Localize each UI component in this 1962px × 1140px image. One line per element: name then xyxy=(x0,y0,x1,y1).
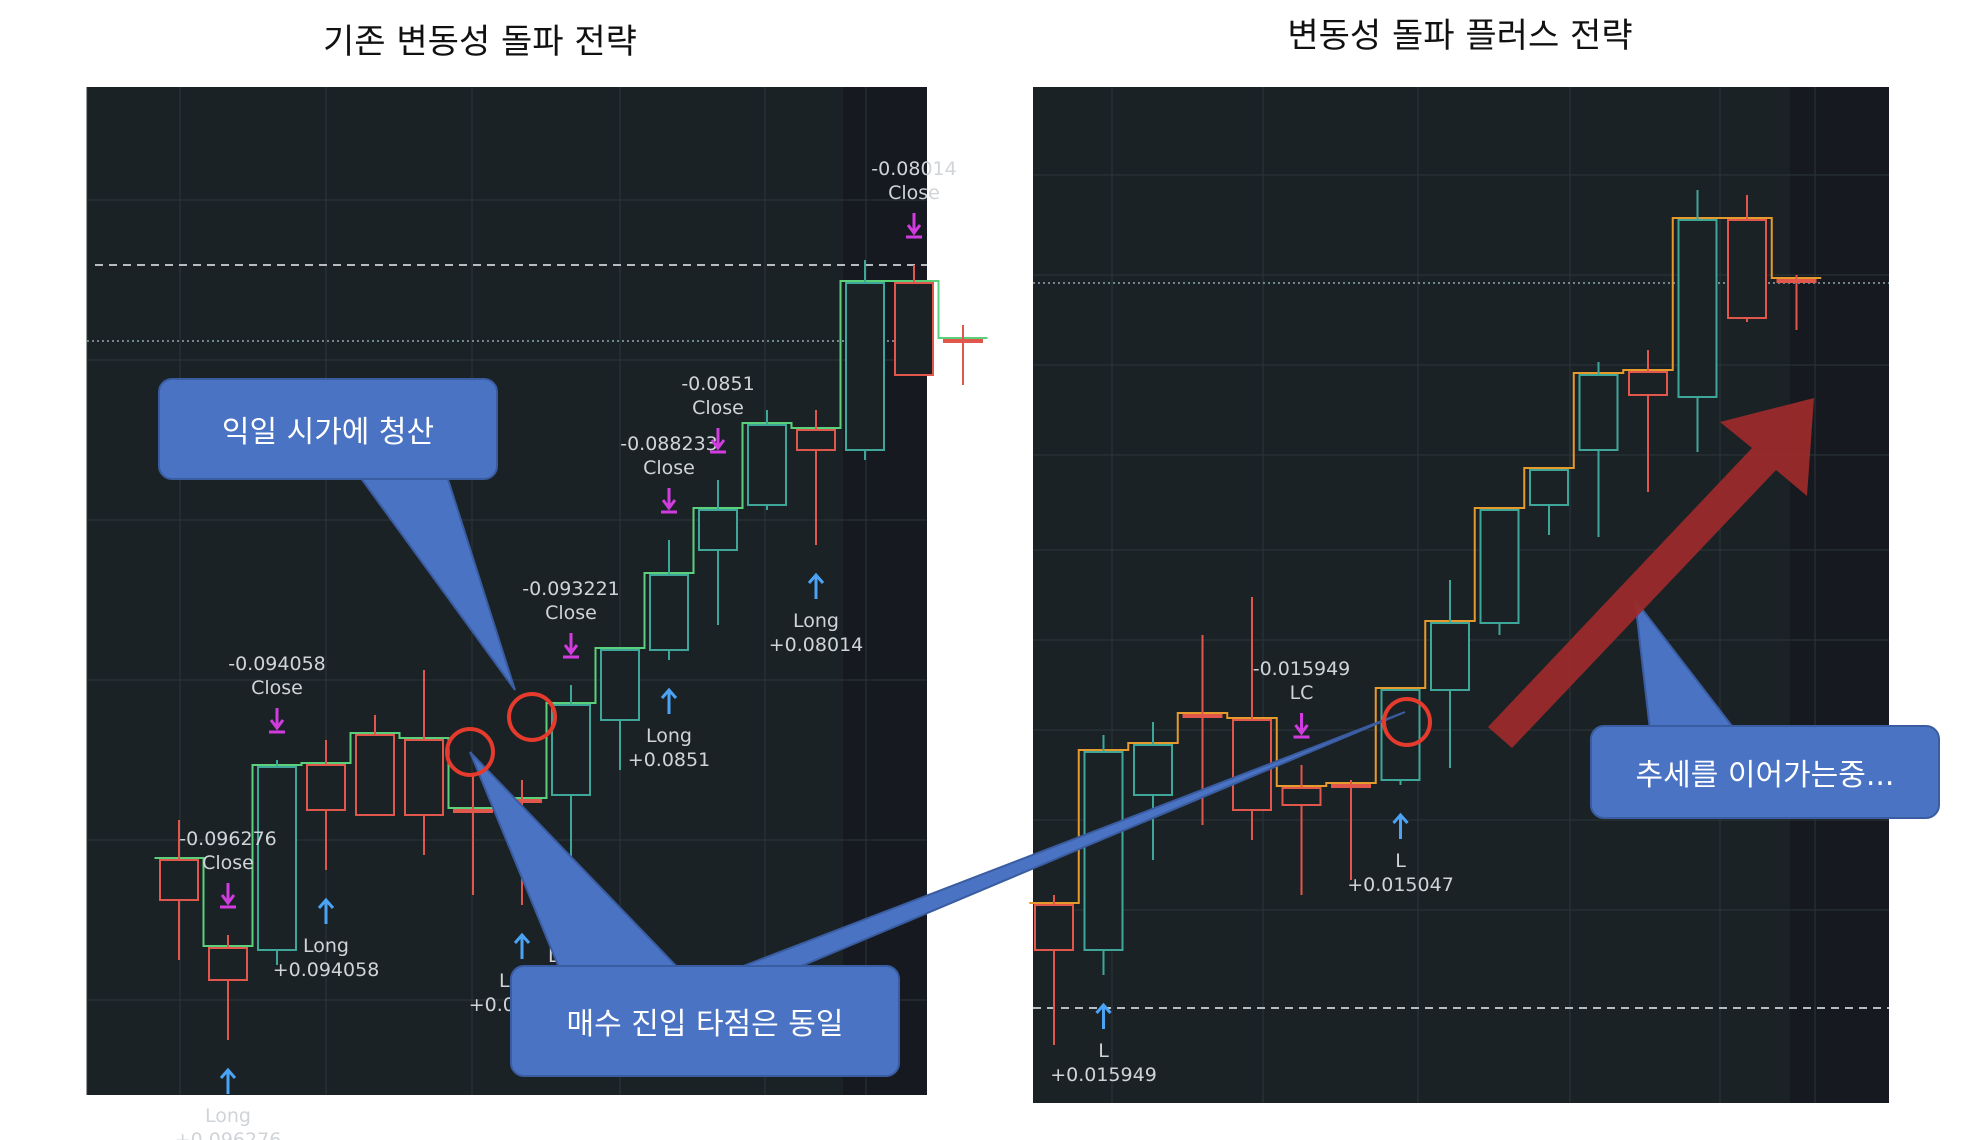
candle-body xyxy=(600,649,640,721)
candle xyxy=(1083,735,1124,975)
exit-label: -0.094058 xyxy=(228,653,326,675)
candle xyxy=(845,260,885,460)
exit-label: -0.088233 xyxy=(620,433,718,455)
callout-same-entry: 매수 진입 타점은 동일 xyxy=(510,965,900,1077)
candle-body xyxy=(257,766,297,951)
candle-body xyxy=(1529,469,1569,506)
candle xyxy=(747,410,787,510)
candle-body xyxy=(1479,509,1520,624)
exit-label: -0.08014 xyxy=(871,158,956,180)
candle-body xyxy=(1578,374,1619,451)
right-chart: -0.015949LCL+0.015949L+0.015047 xyxy=(1029,87,1889,1103)
candle-body xyxy=(649,574,689,651)
candle-body xyxy=(1430,622,1470,691)
candle-body xyxy=(551,704,591,796)
right-chart-title: 변동성 돌파 플러스 전략 xyxy=(1287,16,1633,56)
exit-label-type: Close xyxy=(251,677,303,699)
entry-label: Long xyxy=(793,610,839,632)
candle-body xyxy=(355,734,395,816)
entry-label-value: +0.096276 xyxy=(175,1129,282,1140)
exit-label-type: Close xyxy=(545,602,597,624)
candle-body xyxy=(1331,784,1371,788)
candle-body xyxy=(1677,219,1718,398)
candle xyxy=(1479,509,1520,635)
candle-body xyxy=(1083,751,1124,951)
candle-body xyxy=(1628,371,1668,396)
candle-body xyxy=(943,339,983,343)
candle-body xyxy=(1034,904,1074,951)
candle-body xyxy=(796,429,836,451)
candle-body xyxy=(1776,279,1817,283)
exit-label: -0.0851 xyxy=(681,373,754,395)
left-chart-title: 기존 변동성 돌파 전략 xyxy=(323,22,637,62)
right-chart-future-area xyxy=(1790,87,1889,1103)
candle-body xyxy=(453,809,493,813)
entry-label: Long xyxy=(205,1105,251,1127)
candle-body xyxy=(1133,744,1173,796)
candle xyxy=(257,760,297,965)
exit-label: -0.015949 xyxy=(1253,658,1351,680)
candle-body xyxy=(1727,219,1767,319)
entry-label-value: +0.015949 xyxy=(1050,1064,1157,1086)
candle-body xyxy=(1281,787,1322,806)
exit-label: -0.096276 xyxy=(179,828,277,850)
candle-body xyxy=(159,859,199,901)
exit-label: -0.093221 xyxy=(522,578,620,600)
entry-label-value: +0.0851 xyxy=(628,749,710,771)
candle-body xyxy=(698,509,738,551)
entry-label: L xyxy=(1395,850,1406,872)
exit-label-type: LC xyxy=(1290,682,1314,704)
candle-body xyxy=(845,282,885,451)
entry-label: L xyxy=(1098,1040,1109,1062)
callout-trend-continues: 추세를 이어가는중... xyxy=(1590,725,1940,819)
entry-label-value: +0.08014 xyxy=(769,634,864,656)
exit-label-type: Close xyxy=(692,397,744,419)
candle-body xyxy=(404,739,444,816)
candle-body xyxy=(894,282,934,376)
candle-body xyxy=(208,947,248,981)
exit-label-type: Close xyxy=(643,457,695,479)
exit-label-type: Close xyxy=(888,182,940,204)
candle-body xyxy=(306,764,346,811)
candle-body xyxy=(1182,714,1223,718)
candle xyxy=(943,325,983,385)
entry-label-value: +0.015047 xyxy=(1347,874,1454,896)
candle xyxy=(1380,689,1421,785)
candle-body xyxy=(747,424,787,506)
entry-label: Long xyxy=(646,725,692,747)
exit-label-type: Close xyxy=(202,852,254,874)
entry-label-value: +0.094058 xyxy=(273,959,380,981)
entry-label: Long xyxy=(303,935,349,957)
callout-close-at-open: 익일 시가에 청산 xyxy=(158,378,498,480)
